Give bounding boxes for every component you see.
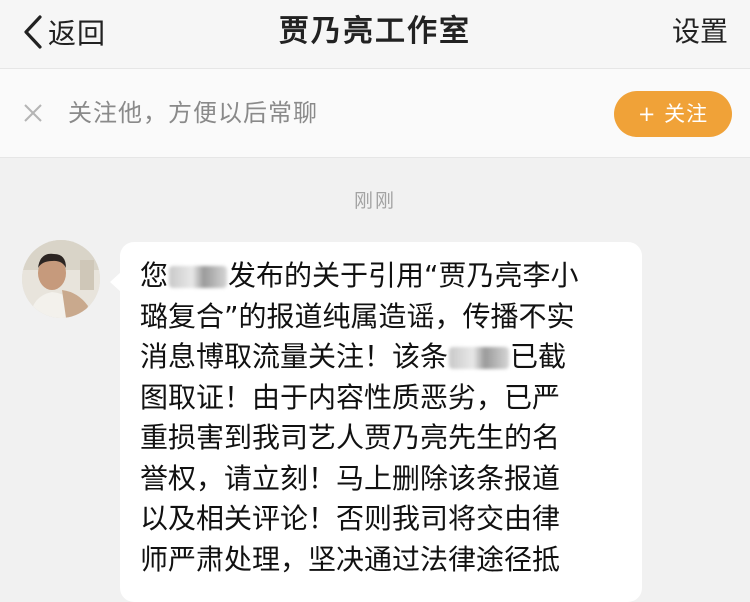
- message-bubble[interactable]: 您发布的关于引用“贾乃亮李小 璐复合”的报道纯属造谣，传播不实 消息博取流量关注…: [120, 242, 642, 602]
- message-line: 师严肃处理，坚决通过法律途径抵: [140, 542, 561, 576]
- follow-prompt: 关注他，方便以后常聊: [68, 99, 318, 127]
- avatar-image: [22, 240, 100, 318]
- message-line: 重损害到我司艺人贾乃亮先生的名: [140, 421, 561, 454]
- message-line: 璐复合”的报道纯属造谣，传播不实: [140, 299, 575, 333]
- settings-button[interactable]: 设置: [672, 10, 728, 54]
- message-line: 誉权，请立刻！马上删除该条报道: [140, 461, 561, 495]
- page-title: 贾乃亮工作室: [279, 14, 471, 49]
- avatar[interactable]: [22, 240, 100, 318]
- message-timestamp: 刚刚: [353, 190, 396, 212]
- message-line: 您发布的关于引用“贾乃亮李小: [140, 259, 579, 292]
- follow-suggestion-bar: 关注他，方便以后常聊 + 关注: [0, 68, 750, 158]
- message-line: 消息博取流量关注！该条 已截: [140, 340, 567, 373]
- top-nav-bar: 返回 贾乃亮工作室 设置: [0, 0, 750, 68]
- close-icon[interactable]: [20, 100, 46, 126]
- redacted-blur: [169, 266, 228, 288]
- message-line: 图取证！由于内容性质恶劣，已严: [140, 380, 561, 414]
- follow-button[interactable]: + 关注: [614, 91, 732, 137]
- message-line: 以及相关评论！否则我司将交由律: [140, 502, 561, 535]
- redacted-blur: [449, 347, 510, 369]
